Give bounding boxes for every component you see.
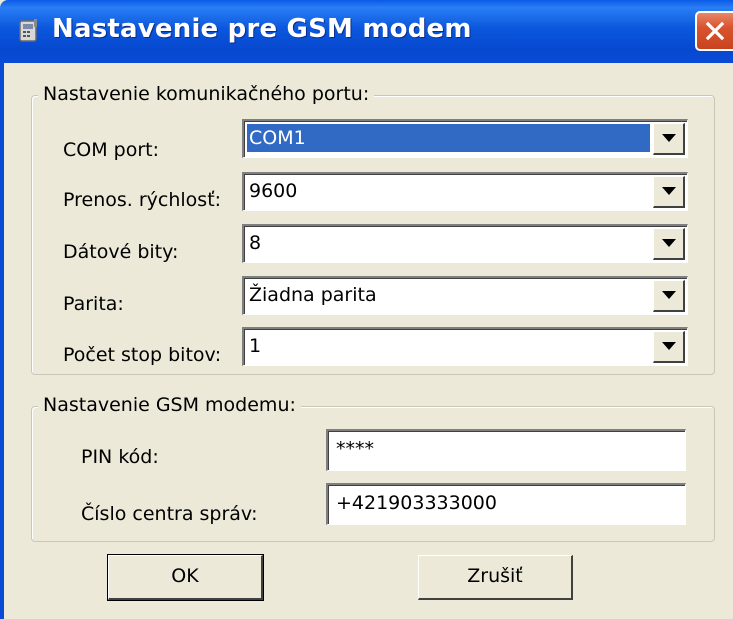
close-icon (705, 21, 725, 41)
baud-rate-dropdown-button[interactable] (653, 176, 685, 208)
cancel-button[interactable]: Zrušiť (418, 555, 573, 600)
com-port-select[interactable]: COM1 (242, 119, 688, 158)
chevron-down-icon (662, 134, 676, 142)
parity-value: Žiadna parita (249, 284, 377, 306)
sms-center-label: Číslo centra správ: (81, 503, 258, 525)
parity-select[interactable]: Žiadna parita (242, 276, 688, 315)
title-bar[interactable]: Nastavenie pre GSM modem (0, 0, 733, 63)
stop-bits-dropdown-button[interactable] (653, 331, 685, 363)
chevron-down-icon (662, 239, 676, 247)
chevron-down-icon (662, 187, 676, 195)
close-button[interactable] (695, 11, 733, 51)
data-bits-label: Dátové bity: (63, 241, 179, 263)
baud-rate-select[interactable]: 9600 (242, 172, 688, 211)
pin-input[interactable]: **** (326, 429, 686, 471)
port-settings-legend: Nastavenie komunikačného portu: (38, 83, 375, 105)
com-port-value: COM1 (247, 124, 650, 152)
com-port-label: COM port: (63, 139, 160, 161)
parity-dropdown-button[interactable] (653, 280, 685, 312)
data-bits-value: 8 (249, 232, 262, 254)
gsm-settings-legend: Nastavenie GSM modemu: (38, 394, 301, 416)
sms-center-input[interactable]: +421903333000 (326, 483, 686, 525)
chevron-down-icon (662, 291, 676, 299)
dialog-window: Nastavenie pre GSM modem Nastavenie komu… (0, 0, 733, 619)
ok-button-label: OK (171, 565, 199, 587)
stop-bits-value: 1 (249, 335, 262, 357)
ok-button[interactable]: OK (107, 554, 264, 601)
baud-rate-label: Prenos. rýchlosť: (63, 189, 222, 211)
parity-label: Parita: (63, 293, 124, 315)
app-icon (16, 18, 42, 44)
baud-rate-value: 9600 (249, 180, 298, 202)
data-bits-dropdown-button[interactable] (653, 228, 685, 260)
window-title: Nastavenie pre GSM modem (52, 14, 472, 44)
window-frame (0, 63, 4, 619)
data-bits-select[interactable]: 8 (242, 224, 688, 263)
stop-bits-select[interactable]: 1 (242, 327, 688, 366)
pin-label: PIN kód: (81, 446, 159, 468)
stop-bits-label: Počet stop bitov: (63, 344, 222, 366)
cancel-button-label: Zrušiť (467, 565, 523, 587)
com-port-dropdown-button[interactable] (653, 123, 685, 155)
chevron-down-icon (662, 342, 676, 350)
